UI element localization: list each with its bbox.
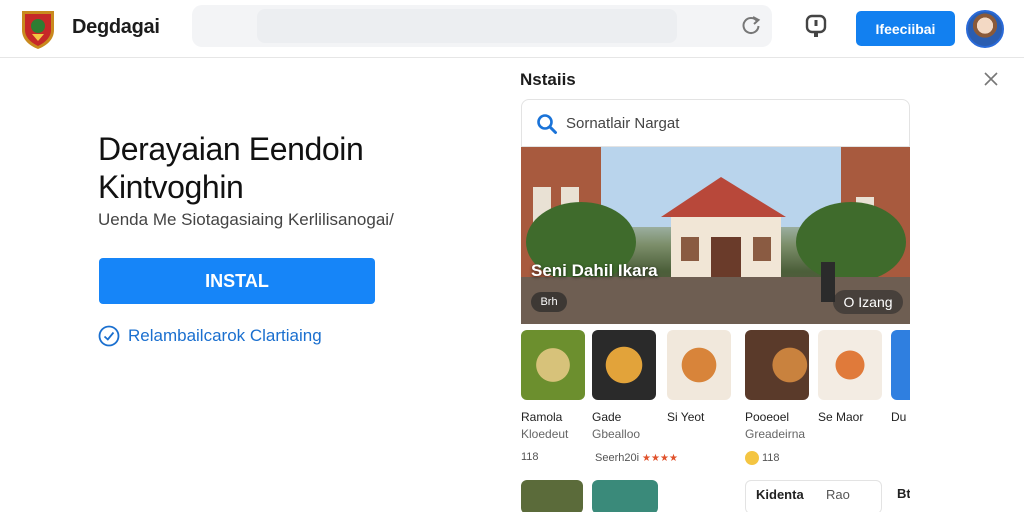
food-card-meta-value: 118 bbox=[521, 451, 539, 463]
food-thumbnail bbox=[818, 330, 882, 400]
brand-logo bbox=[22, 11, 54, 49]
reload-icon[interactable] bbox=[740, 14, 762, 36]
food-card-sub: Gbealloo bbox=[592, 427, 641, 441]
food-card-name: Ramola bbox=[521, 410, 563, 424]
search-input[interactable]: Sornatlair Nargat bbox=[521, 99, 910, 147]
food-thumbnail bbox=[891, 330, 910, 400]
check-label: Relambailcarok Clartiaing bbox=[128, 326, 322, 345]
feature-tag: Brh bbox=[531, 292, 567, 312]
food-card-list: Ramola Kloedeut 118 Gade Gbealloo Seerh2… bbox=[521, 330, 910, 512]
brand-name: Degdagai bbox=[72, 16, 160, 38]
panel-title: Nstaiis bbox=[520, 70, 576, 89]
row2-card-label: Kidenta bbox=[756, 487, 804, 502]
search-text: Sornatlair Nargat bbox=[566, 115, 680, 132]
feature-action[interactable]: O Izang bbox=[833, 290, 903, 314]
food-card-row2[interactable]: Kidenta Rao bbox=[745, 480, 882, 512]
food-card-name: Si Yeot bbox=[667, 410, 705, 424]
row2-card-label: Bt bbox=[897, 486, 910, 501]
check-circle-icon bbox=[98, 325, 120, 347]
food-card-name: Pooeoel bbox=[745, 410, 790, 424]
feature-banner[interactable]: Seni Dahil Ikara Brh O Izang bbox=[521, 147, 910, 324]
food-card-sub: Kloedeut bbox=[521, 427, 569, 441]
header-primary-button[interactable]: Ifeeciibai bbox=[856, 11, 955, 46]
close-icon[interactable] bbox=[983, 71, 999, 87]
food-card[interactable]: Si Yeot bbox=[667, 330, 733, 424]
food-card-meta: 118 bbox=[521, 451, 587, 463]
food-card-meta: 118 bbox=[745, 451, 811, 465]
food-card-row2[interactable] bbox=[521, 480, 583, 512]
food-thumbnail bbox=[667, 330, 731, 400]
food-card[interactable]: Ramola Kloedeut 118 bbox=[521, 330, 587, 463]
food-card-sub: Greadeirna bbox=[745, 427, 806, 441]
install-button[interactable]: INSTAL bbox=[99, 258, 375, 304]
food-card[interactable]: Pooeoel Greadeirna 118 bbox=[745, 330, 811, 465]
notification-icon[interactable] bbox=[804, 13, 828, 39]
top-bar: Degdagai Ifeeciibai bbox=[0, 0, 1024, 58]
feature-label: Seni Dahil Ikara bbox=[531, 261, 658, 280]
rating-stars-icon: ★★★★ bbox=[642, 452, 678, 464]
address-bar[interactable] bbox=[192, 5, 772, 47]
food-card-name: Se Maor bbox=[818, 410, 864, 424]
food-card-name: Gade bbox=[592, 410, 622, 424]
food-thumbnail bbox=[521, 330, 585, 400]
row2-card-tag: Rao bbox=[826, 487, 850, 502]
food-card[interactable]: Gade Gbealloo Seerh20i ★★★★ bbox=[592, 330, 678, 465]
search-icon bbox=[537, 114, 557, 134]
smiley-icon bbox=[745, 451, 759, 465]
hero-subtitle: Uenda Me Siotagasiaing Kerlilisanogai/ bbox=[98, 210, 394, 229]
food-card-meta: Seerh20i ★★★★ bbox=[592, 451, 678, 465]
food-thumbnail bbox=[592, 330, 656, 400]
food-card-name: Du bbox=[891, 410, 907, 424]
address-field[interactable] bbox=[257, 9, 677, 43]
food-card[interactable]: Se Maor bbox=[818, 330, 884, 424]
food-card-row2[interactable] bbox=[592, 480, 658, 512]
food-card-row2[interactable]: Bt bbox=[891, 480, 910, 512]
avatar[interactable] bbox=[966, 10, 1004, 48]
hero-title: Derayaian Eendoin Kintvoghin bbox=[98, 131, 364, 205]
food-card-meta-value: Seerh20i bbox=[595, 452, 640, 464]
food-card[interactable]: Du bbox=[891, 330, 910, 424]
check-link[interactable]: Relambailcarok Clartiaing bbox=[98, 325, 322, 347]
food-card-meta-value: 118 bbox=[762, 452, 780, 464]
food-thumbnail bbox=[745, 330, 809, 400]
